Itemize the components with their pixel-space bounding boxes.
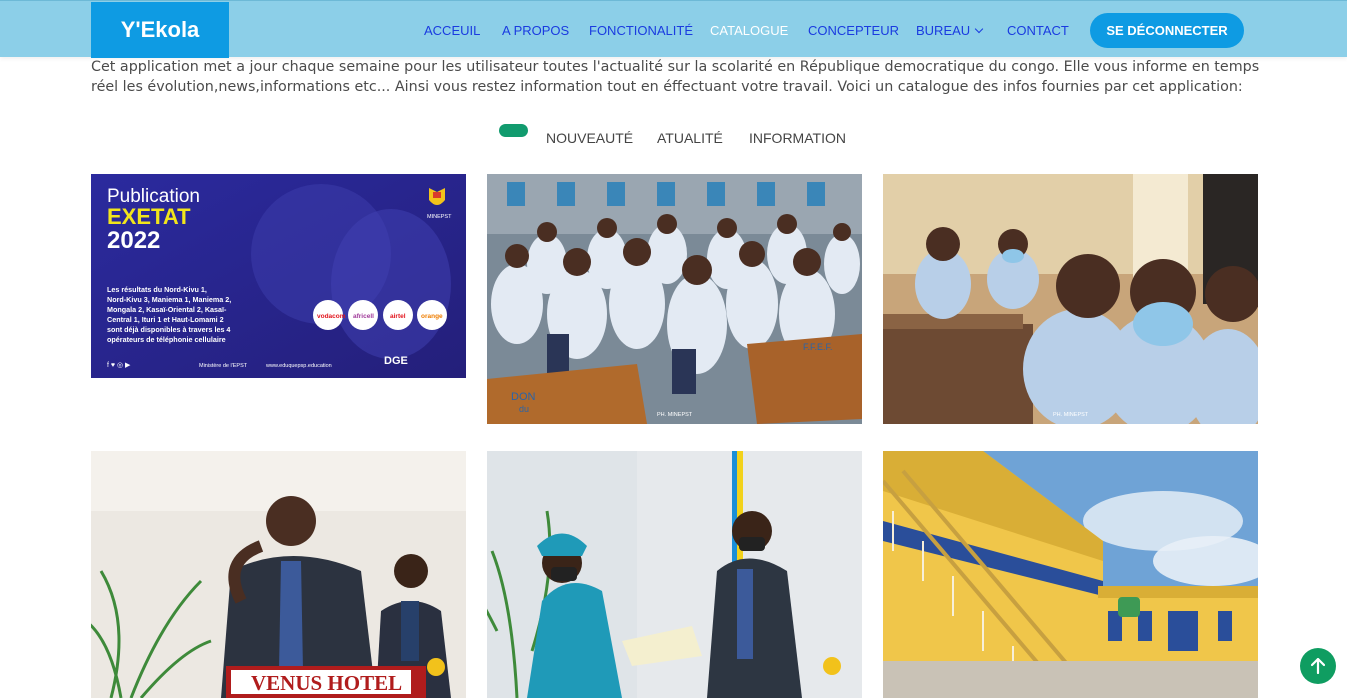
poster-ministry: Ministère de l'EPST — [199, 363, 248, 369]
poster-body-line: Central 1, Ituri 1 et Haut-Lomami 2 — [107, 315, 224, 324]
arrow-up-icon — [1311, 658, 1325, 674]
nav-item-contact[interactable]: CONTACT — [1007, 23, 1069, 38]
nav-item-accueil[interactable]: ACCEUIL — [424, 23, 480, 38]
photo-credit: PH. MINEPST — [657, 412, 693, 418]
nav-item-bureau[interactable]: BUREAU — [916, 23, 984, 38]
filter-actualite[interactable]: ATUALITÉ — [657, 130, 723, 146]
gallery-card-exetat-poster[interactable]: Publication EXETAT 2022 Les résultats du… — [91, 174, 466, 378]
logo-vodacom: vodacom — [317, 313, 346, 320]
gallery-card-ceremony[interactable] — [487, 451, 862, 698]
logo-orange: orange — [421, 313, 443, 320]
school-building-image — [883, 451, 1258, 698]
site-logo[interactable]: Y'Ekola — [91, 2, 229, 58]
filter-all-pill[interactable] — [499, 124, 528, 137]
gallery-card-students-masks[interactable]: PH. MINEPST — [883, 174, 1258, 424]
poster-body-line: Mongala 2, Kasaï-Oriental 2, Kasaï- — [107, 305, 227, 314]
poster-title-line2: EXETAT — [107, 204, 191, 229]
chevron-down-icon — [974, 24, 984, 34]
filter-nouveaute[interactable]: NOUVEAUTÉ — [546, 130, 633, 146]
desk-text-don: DON — [511, 391, 536, 403]
poster-body-line: Nord-Kivu 3, Maniema 1, Maniema 2, — [107, 295, 231, 304]
nav-item-concepteur[interactable]: CONCEPTEUR — [808, 23, 899, 38]
poster-title-line3: 2022 — [107, 227, 160, 254]
poster-body-line: sont déjà disponibles à travers les 4 — [107, 325, 230, 334]
poster-website: www.eduquepsp.education — [265, 363, 332, 369]
catalogue-intro: Cet application met a jour chaque semain… — [91, 59, 1260, 95]
students-masks-image: PH. MINEPST — [883, 174, 1258, 424]
speaker-image: VENUS HOTEL — [91, 451, 466, 698]
back-to-top-button[interactable] — [1300, 648, 1336, 684]
poster-body-line: Les résultats du Nord-Kivu 1, — [107, 285, 207, 294]
students-classroom-image: DON du F.F.E.F. PH. MINEPST — [487, 174, 862, 424]
nav-item-fonctionalite[interactable]: FONCTIONALITÉ — [589, 23, 693, 38]
exetat-poster-image: Publication EXETAT 2022 Les résultats du… — [91, 174, 466, 378]
social-icons: f ♥ ◎ ▶ — [107, 362, 131, 369]
gallery-card-students-classroom[interactable]: DON du F.F.E.F. PH. MINEPST — [487, 174, 862, 424]
logo-airtel: airtel — [390, 313, 406, 320]
face-mask — [1133, 302, 1193, 346]
nav-item-catalogue[interactable]: CATALOGUE — [710, 23, 788, 38]
photo-credit: PH. MINEPST — [1053, 412, 1089, 418]
gallery-card-school-building[interactable] — [883, 451, 1258, 698]
poster-dge: DGE — [384, 355, 408, 367]
logo-africell: africell — [353, 313, 374, 320]
poster-minepst: MINEPST — [427, 214, 452, 220]
poster-body-line: opérateurs de téléphonie cellulaire — [107, 335, 226, 344]
nav-item-apropos[interactable]: A PROPOS — [502, 23, 569, 38]
venus-hotel-sign: VENUS HOTEL — [251, 671, 402, 695]
desk-text-ffef: F.F.E.F. — [803, 342, 833, 352]
desk-text-du: du — [519, 404, 529, 414]
logout-button[interactable]: SE DÉCONNECTER — [1090, 13, 1244, 48]
filter-information[interactable]: INFORMATION — [749, 130, 846, 146]
ceremony-image — [487, 451, 862, 698]
top-navbar: Y'Ekola ACCEUIL A PROPOS FONCTIONALITÉ C… — [0, 0, 1347, 58]
nav-item-bureau-label: BUREAU — [916, 23, 971, 38]
gallery-card-speaker[interactable]: VENUS HOTEL — [91, 451, 466, 698]
